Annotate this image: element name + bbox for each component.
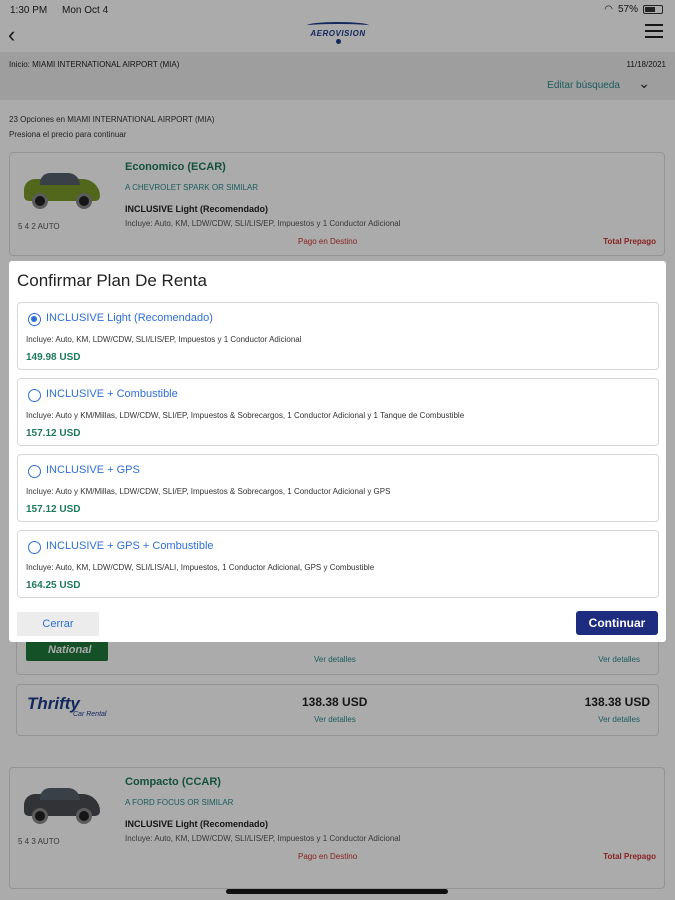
plan-option-combustible[interactable]: INCLUSIVE + Combustible Incluye: Auto y … xyxy=(17,378,659,446)
plan-option-name: INCLUSIVE + GPS + Combustible xyxy=(46,540,214,552)
plan-option-desc: Incluye: Auto, KM, LDW/CDW, SLI/LIS/EP, … xyxy=(26,335,302,344)
plan-option-name: INCLUSIVE + Combustible xyxy=(46,388,178,400)
radio-unselected[interactable] xyxy=(28,541,41,554)
modal-title: Confirmar Plan De Renta xyxy=(17,271,207,290)
plan-option-desc: Incluye: Auto y KM/Millas, LDW/CDW, SLI/… xyxy=(26,487,391,496)
confirm-plan-modal: Confirmar Plan De Renta INCLUSIVE Light … xyxy=(9,261,666,642)
radio-unselected[interactable] xyxy=(28,389,41,402)
plan-option-desc: Incluye: Auto, KM, LDW/CDW, SLI/LIS/ALI,… xyxy=(26,563,375,572)
plan-option-desc: Incluye: Auto y KM/Millas, LDW/CDW, SLI/… xyxy=(26,411,465,420)
plan-option-price: 157.12 USD xyxy=(26,428,81,439)
continue-button[interactable]: Continuar xyxy=(576,611,658,635)
plan-option-price: 149.98 USD xyxy=(26,352,81,363)
home-indicator[interactable] xyxy=(226,889,448,894)
plan-option-name: INCLUSIVE + GPS xyxy=(46,464,140,476)
plan-option-price: 164.25 USD xyxy=(26,580,81,591)
plan-option-price: 157.12 USD xyxy=(26,504,81,515)
close-button[interactable]: Cerrar xyxy=(17,612,99,636)
radio-selected[interactable] xyxy=(28,313,41,326)
radio-unselected[interactable] xyxy=(28,465,41,478)
plan-option-inclusive-light[interactable]: INCLUSIVE Light (Recomendado) Incluye: A… xyxy=(17,302,659,370)
plan-option-gps[interactable]: INCLUSIVE + GPS Incluye: Auto y KM/Milla… xyxy=(17,454,659,522)
plan-option-gps-combustible[interactable]: INCLUSIVE + GPS + Combustible Incluye: A… xyxy=(17,530,659,598)
plan-option-name: INCLUSIVE Light (Recomendado) xyxy=(46,312,213,324)
